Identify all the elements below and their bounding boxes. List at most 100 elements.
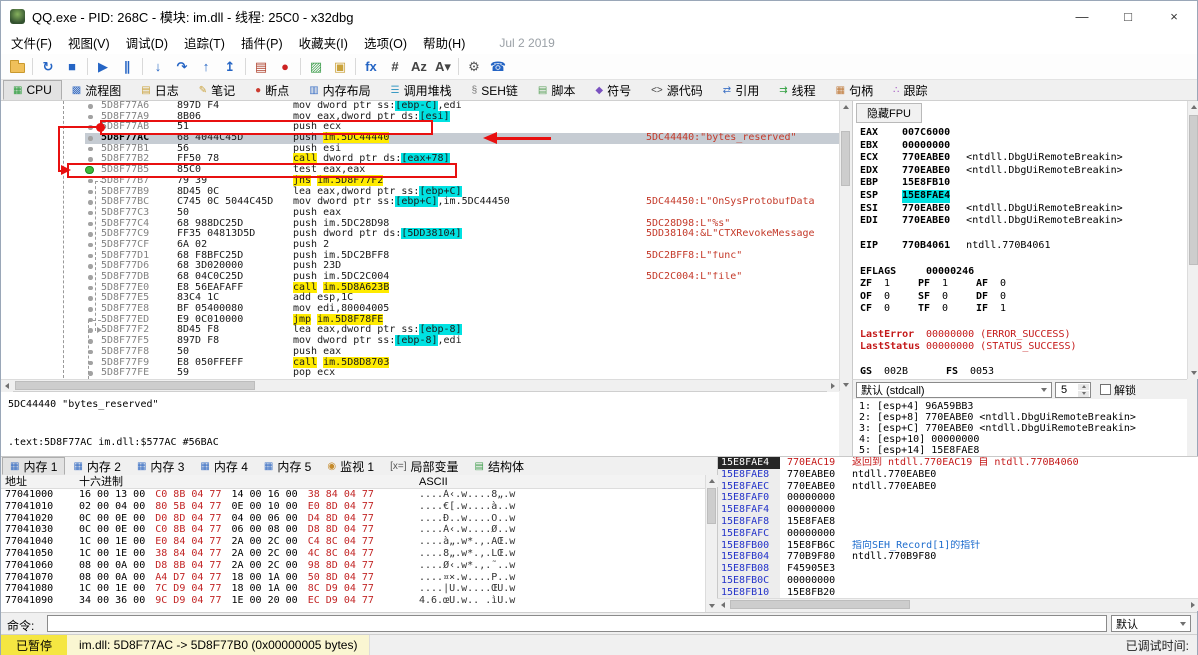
instruction-dot[interactable] [88,178,93,184]
tab-source[interactable]: <> 源代码 [641,80,713,100]
scroll-left-button[interactable] [1,380,13,392]
tab-graph[interactable]: ▩ 流程图 [62,80,131,100]
register-row-edx[interactable]: EDX 770EABE0 <ntdll.DbgUiRemoteBreakin> [853,165,1187,178]
tab-dump3[interactable]: ▦ 内存 3 [129,457,192,475]
tab-trace[interactable]: ∴ 跟踪 [883,80,937,100]
instruction-dot[interactable] [88,360,93,365]
memory-row[interactable]: 77041070 08 00 0A 00 A4 D7 04 77 18 00 1A 0… [1,572,705,584]
instruction-dot[interactable] [88,242,93,248]
patch-icon[interactable]: ▨ [304,56,328,78]
instruction-dot[interactable] [88,317,93,323]
tab-struct[interactable]: ▤ 结构体 [467,457,532,475]
arguments-pane[interactable]: 1: [esp+4] 96A59BB3 2: [esp+8] 770EABE0 <… [852,399,1187,456]
flags-row[interactable]: CF 0 TF 0 IF 1 [853,303,1187,316]
tab-breakpoints[interactable]: ● 断点 [245,80,299,100]
stack-hscrollbar[interactable] [717,598,1198,611]
stack-row[interactable]: 15E8FB00 15E8FB6C 指向SEH_Record[1]的指针 [718,539,1198,552]
disasm-row[interactable]: 5D8F77C3 50 push eax [1,207,839,219]
disasm-vscrollbar[interactable] [839,101,852,391]
memory-vscrollbar[interactable] [705,475,718,612]
execute-till-return-icon[interactable]: ↥ [218,56,242,78]
pause-icon[interactable]: ∥ [115,56,139,78]
stack-row[interactable]: 15E8FB08 F45905E3 [718,563,1198,575]
instruction-dot[interactable] [88,328,93,333]
instruction-dot[interactable] [88,307,93,312]
scroll-right-button[interactable] [827,380,839,392]
scroll-left-button[interactable] [717,599,729,611]
menu-item[interactable]: 追踪(T) [176,31,233,54]
tab-dump2[interactable]: ▦ 内存 2 [65,457,128,475]
stack-row[interactable]: 15E8FAE8 770EABE0 ntdll.770EABE0 [718,468,1198,481]
command-input[interactable] [47,615,1107,632]
tab-seh[interactable]: § SEH链 [462,80,528,100]
tab-watch1[interactable]: ◉ 监视 1 [319,457,382,475]
instruction-dot[interactable] [88,232,93,237]
register-row-esp[interactable]: ESP 15E8FAE4 [853,189,1187,203]
instruction-dot[interactable] [88,296,93,301]
tab-call-stack[interactable]: ☰ 调用堆栈 [381,80,462,100]
tab-symbols[interactable]: ◆ 符号 [585,80,641,100]
minimize-button[interactable]: — [1059,1,1105,31]
stop-icon[interactable]: ■ [60,56,84,78]
instruction-dot[interactable] [88,104,93,109]
stack-row[interactable]: 15E8FB04 770B9F80 ntdll.770B9F80 [718,551,1198,564]
segment-registers-row[interactable]: GS 002B FS 0053 [853,366,1187,379]
disasm-row[interactable]: 5D8F77B7 79 39 jns im.5D8F77F2 [1,174,839,187]
instruction-dot[interactable] [88,136,93,141]
instruction-dot[interactable] [88,146,93,152]
argument-row[interactable]: 3: [esp+C] 770EABE0 <ntdll.DbgUiRemoteBr… [853,423,1187,434]
step-into-icon[interactable]: ↓ [146,56,170,78]
open-file-icon[interactable] [5,56,29,78]
case-az-icon[interactable]: Az [407,56,431,78]
tab-locals[interactable]: [x=] 局部变量 [382,457,466,475]
instruction-dot[interactable] [88,221,93,227]
eflags-row[interactable]: EFLAGS 00000246 [853,266,1187,279]
instruction-dot[interactable] [88,210,93,216]
argument-row[interactable]: 4: [esp+10] 00000000 [853,434,1187,445]
last-status-row[interactable]: LastStatus 00000000 (STATUS_SUCCESS) [853,341,1187,354]
tab-dump4[interactable]: ▦ 内存 4 [192,457,255,475]
stack-row[interactable]: 15E8FAE4 770EAC19 返回到 ntdll.770EAC19 自 ntd… [718,457,1198,469]
instruction-dot[interactable] [88,253,93,259]
tab-notes[interactable]: ✎ 笔记 [189,80,245,100]
font-icon[interactable]: A▾ [431,56,455,78]
menu-item[interactable]: 选项(O) [356,31,415,54]
tab-script[interactable]: ▤ 脚本 [528,80,585,100]
argument-row[interactable]: 5: [esp+14] 15E8FAE8 [853,445,1187,456]
instruction-dot[interactable] [88,275,93,280]
instruction-dot[interactable] [88,339,93,344]
instruction-dot[interactable] [88,125,93,130]
register-row-eax[interactable]: EAX 007C6000 [853,127,1187,140]
register-row-ebx[interactable]: EBX 00000000 [853,140,1187,153]
flags-row[interactable]: ZF 1 PF 1 AF 0 [853,278,1187,291]
label-hash-icon[interactable]: # [383,56,407,78]
menu-item[interactable]: 视图(V) [60,31,118,54]
help-phone-icon[interactable]: ☎ [486,56,510,78]
memory-row[interactable]: 77041000 16 00 13 00 C0 8B 04 77 14 00 16 0… [1,489,705,501]
breakpoint-dot[interactable] [85,165,94,175]
close-button[interactable]: × [1151,1,1197,31]
stack-row[interactable]: 15E8FAF8 15E8FAE8 [718,515,1198,528]
scroll-thumb[interactable] [730,600,910,609]
tab-handles[interactable]: ▦ 句柄 [826,80,883,100]
register-row-ebp[interactable]: EBP 15E8FB10 [853,177,1187,190]
scroll-down-button[interactable] [840,379,852,391]
disasm-row[interactable]: 5D8F77F8 50 push eax [1,346,839,358]
scroll-down-button[interactable] [1188,367,1198,379]
flags-row[interactable]: OF 0 SF 0 DF 0 [853,291,1187,304]
registers-vscrollbar[interactable] [1187,101,1198,379]
instruction-dot[interactable] [88,285,93,291]
settings-gear-icon[interactable]: ⚙ [462,56,486,78]
tab-dump5[interactable]: ▦ 内存 5 [256,457,319,475]
scroll-thumb[interactable] [707,488,716,524]
command-profile-select[interactable]: 默认 [1111,615,1191,632]
memory-row[interactable]: 77041020 0C 00 0E 00 D0 8D 04 77 04 00 06 0… [1,513,705,525]
instruction-dot[interactable] [88,264,93,269]
memory-row[interactable]: 77041050 1C 00 1E 00 38 84 04 77 2A 00 2C 0… [1,548,705,560]
calculator-fx-icon[interactable]: fx [359,56,383,78]
disassembly-pane[interactable]: 5D8F77A6 897D F4 mov dword ptr ss:[ebp-C],… [1,101,839,379]
instruction-dot[interactable] [88,349,93,355]
stack-row[interactable]: 15E8FAEC 770EABE0 ntdll.770EABE0 [718,480,1198,493]
memory-row[interactable]: 77041030 0C 00 0E 00 C0 8B 04 77 06 00 08 0… [1,524,705,536]
memory-row[interactable]: 77041090 34 00 36 00 9C D9 04 77 1E 00 20 0… [1,595,705,607]
